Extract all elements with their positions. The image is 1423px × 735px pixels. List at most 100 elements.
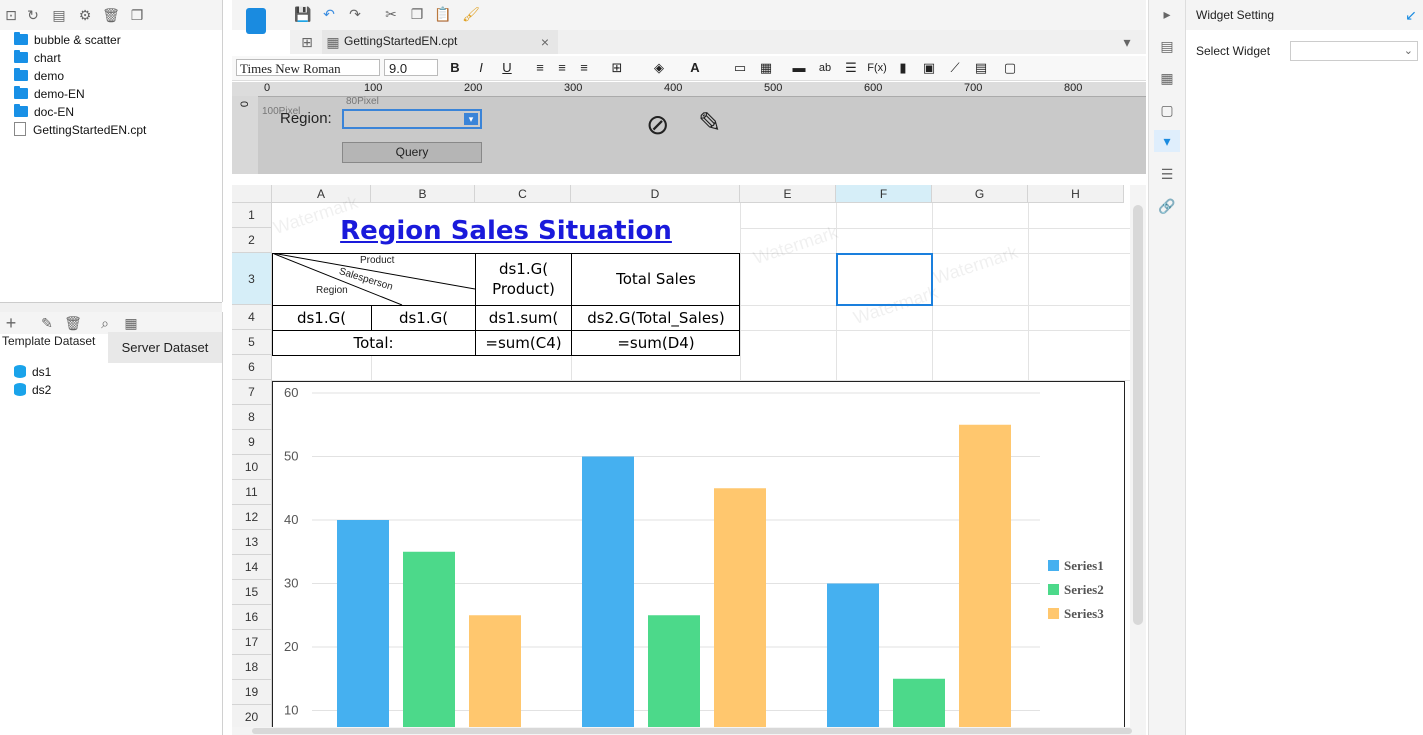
dataset-item[interactable]: ds2 — [14, 381, 51, 399]
tree-item[interactable]: demo — [14, 67, 64, 85]
widget-setting-tab[interactable]: ▾ — [1154, 130, 1180, 152]
chart-bar[interactable] — [469, 615, 521, 727]
chart-bar[interactable] — [893, 678, 945, 727]
cell-d3[interactable]: Total Sales — [572, 254, 740, 305]
row-header[interactable]: 14 — [232, 555, 272, 580]
format-painter-icon[interactable]: 🖌 — [462, 6, 480, 22]
report-type-icon[interactable] — [246, 8, 266, 34]
paste-icon[interactable]: 📋 — [434, 6, 452, 22]
cell-c4[interactable]: ds1.sum( — [476, 306, 571, 330]
pin-icon[interactable]: ↙ — [1402, 7, 1420, 23]
horizontal-scrollbar[interactable] — [232, 727, 1146, 735]
collapse-arrow-icon[interactable]: ▸ — [1158, 6, 1176, 22]
align-right-icon[interactable]: ≡ — [576, 60, 592, 76]
bold-icon[interactable]: B — [448, 60, 462, 76]
font-family-select[interactable]: Times New Roman — [236, 59, 380, 76]
hide-eye-icon[interactable]: ⊘ — [646, 108, 669, 141]
italic-icon[interactable]: I — [474, 60, 488, 76]
scroll-thumb[interactable] — [252, 728, 1132, 734]
row-header[interactable]: 2 — [232, 228, 272, 253]
tree-item[interactable]: chart — [14, 49, 61, 67]
dropdown-arrow-icon[interactable]: ▾ — [464, 113, 478, 125]
fill-color-icon[interactable]: ◈ — [650, 60, 668, 76]
delete-icon[interactable]: 🗑 — [64, 315, 82, 331]
subreport-icon[interactable]: ▤ — [972, 60, 990, 76]
new-file-icon[interactable]: ⊡ — [2, 7, 20, 23]
slash-icon[interactable]: ⟋ — [946, 60, 964, 76]
chart-icon[interactable]: ▮ — [894, 60, 912, 76]
undo-icon[interactable]: ↶ — [320, 6, 338, 22]
float-element-icon[interactable]: ▢ — [1158, 102, 1176, 118]
merge-icon[interactable]: ▭ — [732, 60, 748, 76]
insert-row-icon[interactable]: ▬ — [790, 60, 808, 76]
tree-item[interactable]: GettingStartedEN.cpt — [14, 121, 146, 139]
cell-d5[interactable]: =sum(D4) — [572, 331, 740, 355]
file-tab[interactable]: ▦ GettingStartedEN.cpt × — [322, 30, 558, 54]
chart-bar[interactable] — [582, 456, 634, 728]
row-header[interactable]: 3 — [232, 253, 272, 305]
cell-attr-icon[interactable]: ▤ — [1158, 38, 1176, 54]
vertical-scrollbar[interactable] — [1130, 185, 1146, 727]
cell-grid-icon[interactable]: ⊞ — [298, 34, 316, 50]
column-header[interactable]: E — [740, 185, 836, 203]
condition-icon[interactable]: ☰ — [1158, 166, 1176, 182]
cell-b4[interactable]: ds1.G( — [372, 306, 475, 330]
column-header[interactable]: G — [932, 185, 1028, 203]
chart-bar[interactable] — [403, 551, 455, 727]
settings-icon[interactable]: ⚙ — [76, 7, 94, 23]
select-widget-dropdown[interactable]: ⌄ — [1290, 41, 1418, 61]
richtext-icon[interactable]: ☰ — [842, 60, 860, 76]
cut-icon[interactable]: ✂ — [382, 6, 400, 22]
cell-c3[interactable]: ds1.G( Product) — [476, 259, 571, 299]
hyperlink-icon[interactable]: 🔗 — [1158, 198, 1176, 214]
row-header[interactable]: 7 — [232, 380, 272, 405]
row-header[interactable]: 15 — [232, 580, 272, 605]
cell-border-icon[interactable]: ▢ — [1000, 60, 1020, 76]
font-size-select[interactable]: 9.0 — [384, 59, 438, 76]
underline-icon[interactable]: U — [500, 60, 514, 76]
row-header[interactable]: 20 — [232, 705, 272, 727]
row-header[interactable]: 10 — [232, 455, 272, 480]
redo-icon[interactable]: ↷ — [346, 6, 364, 22]
row-header[interactable]: 13 — [232, 530, 272, 555]
border-icon[interactable]: ⊞ — [608, 60, 626, 76]
dataset-item[interactable]: ds1 — [14, 363, 51, 381]
unmerge-icon[interactable]: ▦ — [758, 60, 774, 76]
chart-bar[interactable] — [648, 615, 700, 727]
row-header[interactable]: 16 — [232, 605, 272, 630]
edit-pencil-icon[interactable]: ✎ — [698, 106, 721, 139]
column-header[interactable]: H — [1028, 185, 1124, 203]
add-dataset-icon[interactable]: + — [2, 314, 20, 332]
row-header[interactable]: 19 — [232, 680, 272, 705]
row-header[interactable]: 9 — [232, 430, 272, 455]
tree-item[interactable]: demo-EN — [14, 85, 85, 103]
row-header[interactable]: 12 — [232, 505, 272, 530]
save-icon[interactable]: 💾 — [294, 6, 312, 22]
copy-icon[interactable]: ❐ — [408, 6, 426, 22]
image-icon[interactable]: ▣ — [920, 60, 938, 76]
delete-icon[interactable]: 🗑 — [102, 7, 120, 23]
column-header[interactable]: C — [475, 185, 571, 203]
row-header[interactable]: 6 — [232, 355, 272, 380]
font-color-icon[interactable]: A — [686, 60, 704, 76]
close-icon[interactable]: × — [536, 34, 554, 50]
cell-a5[interactable]: Total: — [272, 331, 475, 355]
formula-icon[interactable]: F(x) — [866, 60, 888, 76]
query-button[interactable]: Query — [342, 142, 482, 163]
cell-c5[interactable]: =sum(C4) — [476, 331, 571, 355]
cell-a4[interactable]: ds1.G( — [272, 306, 371, 330]
chart-bar[interactable] — [714, 488, 766, 727]
edit-icon[interactable]: ✎ — [38, 315, 56, 331]
tree-item[interactable]: bubble & scatter — [14, 31, 121, 49]
refresh-icon[interactable]: ↻ — [24, 7, 42, 23]
scroll-thumb[interactable] — [1133, 205, 1143, 625]
region-combo[interactable]: ▾ — [342, 109, 482, 129]
report-title[interactable]: Region Sales Situation — [272, 203, 740, 253]
column-header[interactable]: D — [571, 185, 740, 203]
cell-d4[interactable]: ds2.G(Total_Sales) — [572, 306, 740, 330]
copy-icon[interactable]: ❐ — [128, 7, 146, 23]
text-icon[interactable]: ab — [816, 60, 834, 76]
chart-bar[interactable] — [959, 424, 1011, 727]
params-icon[interactable]: ▦ — [122, 315, 140, 331]
row-header[interactable]: 11 — [232, 480, 272, 505]
